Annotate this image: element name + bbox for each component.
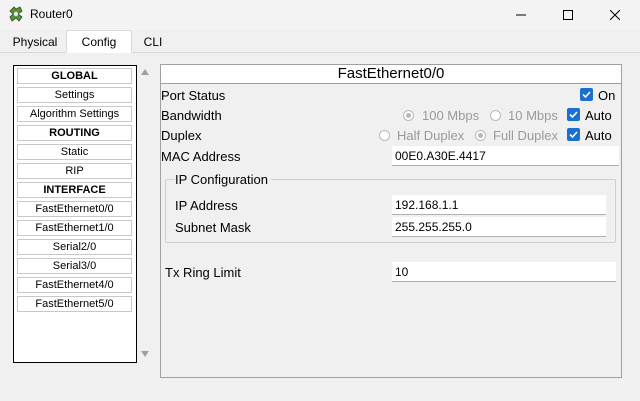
bandwidth-auto-label: Auto xyxy=(585,108,612,123)
router-icon xyxy=(8,6,24,22)
sidebar-header-global[interactable]: GLOBAL xyxy=(17,68,132,84)
duplex-auto-checkbox[interactable] xyxy=(567,128,580,141)
subnet-mask-field[interactable]: 255.255.255.0 xyxy=(392,217,606,237)
bandwidth-100-radio[interactable] xyxy=(403,110,414,121)
sidebar-item-serial2[interactable]: Serial2/0 xyxy=(17,239,132,255)
port-status-label: Port Status xyxy=(161,88,226,103)
sidebar-item-fastethernet0[interactable]: FastEthernet0/0 xyxy=(17,201,132,217)
ip-address-label: IP Address xyxy=(175,198,238,213)
checkmark-icon xyxy=(582,91,591,99)
sidebar-scrollbar[interactable] xyxy=(138,65,152,363)
maximize-icon xyxy=(563,10,573,20)
bandwidth-label: Bandwidth xyxy=(161,108,222,123)
close-icon xyxy=(610,10,620,20)
duplex-half-radio[interactable] xyxy=(379,130,390,141)
bandwidth-10-label: 10 Mbps xyxy=(508,108,558,123)
sidebar-item-fastethernet1[interactable]: FastEthernet1/0 xyxy=(17,220,132,236)
mac-address-field[interactable]: 00E0.A30E.4417 xyxy=(392,146,619,166)
sidebar-item-algorithm[interactable]: Algorithm Settings xyxy=(17,106,132,122)
duplex-full-label: Full Duplex xyxy=(493,128,559,143)
tx-ring-limit-label: Tx Ring Limit xyxy=(165,265,241,280)
sidebar-item-fastethernet5[interactable]: FastEthernet5/0 xyxy=(17,296,132,312)
window-title: Router0 xyxy=(30,7,73,21)
duplex-auto-label: Auto xyxy=(585,128,612,143)
sidebar-header-interface[interactable]: INTERFACE xyxy=(17,182,132,198)
ip-configuration-title: IP Configuration xyxy=(175,172,271,187)
maximize-button[interactable] xyxy=(545,0,591,30)
tab-config[interactable]: Config xyxy=(66,30,132,53)
scroll-down-icon[interactable] xyxy=(141,351,149,357)
config-sidebar: GLOBAL Settings Algorithm Settings ROUTI… xyxy=(13,65,137,363)
duplex-label: Duplex xyxy=(161,128,202,143)
tx-ring-limit-field[interactable]: 10 xyxy=(392,262,616,282)
duplex-half-label: Half Duplex xyxy=(397,128,465,143)
minimize-icon xyxy=(516,14,526,16)
duplex-full-radio[interactable] xyxy=(475,130,486,141)
checkmark-icon xyxy=(569,131,578,139)
port-status-on-label: On xyxy=(598,88,616,103)
bandwidth-10-radio[interactable] xyxy=(490,110,501,121)
sidebar-header-routing[interactable]: ROUTING xyxy=(17,125,132,141)
minimize-button[interactable] xyxy=(498,0,544,30)
tab-bar: Physical Config CLI xyxy=(0,30,640,53)
bandwidth-100-label: 100 Mbps xyxy=(422,108,480,123)
close-button[interactable] xyxy=(592,0,638,30)
sidebar-item-static[interactable]: Static xyxy=(17,144,132,160)
bandwidth-auto-checkbox[interactable] xyxy=(567,108,580,121)
sidebar-item-rip[interactable]: RIP xyxy=(17,163,132,179)
port-status-checkbox[interactable] xyxy=(580,88,593,101)
subnet-mask-label: Subnet Mask xyxy=(175,220,251,235)
ip-address-field[interactable]: 192.168.1.1 xyxy=(392,195,606,215)
sidebar-item-fastethernet4[interactable]: FastEthernet4/0 xyxy=(17,277,132,293)
checkmark-icon xyxy=(569,111,578,119)
scroll-up-icon[interactable] xyxy=(141,69,149,75)
sidebar-item-serial3[interactable]: Serial3/0 xyxy=(17,258,132,274)
tab-cli[interactable]: CLI xyxy=(136,32,170,52)
tab-physical[interactable]: Physical xyxy=(4,32,66,52)
title-bar: Router0 xyxy=(0,0,640,30)
sidebar-item-settings[interactable]: Settings xyxy=(17,87,132,103)
panel-title: FastEthernet0/0 xyxy=(161,65,621,84)
mac-address-label: MAC Address xyxy=(161,149,241,164)
